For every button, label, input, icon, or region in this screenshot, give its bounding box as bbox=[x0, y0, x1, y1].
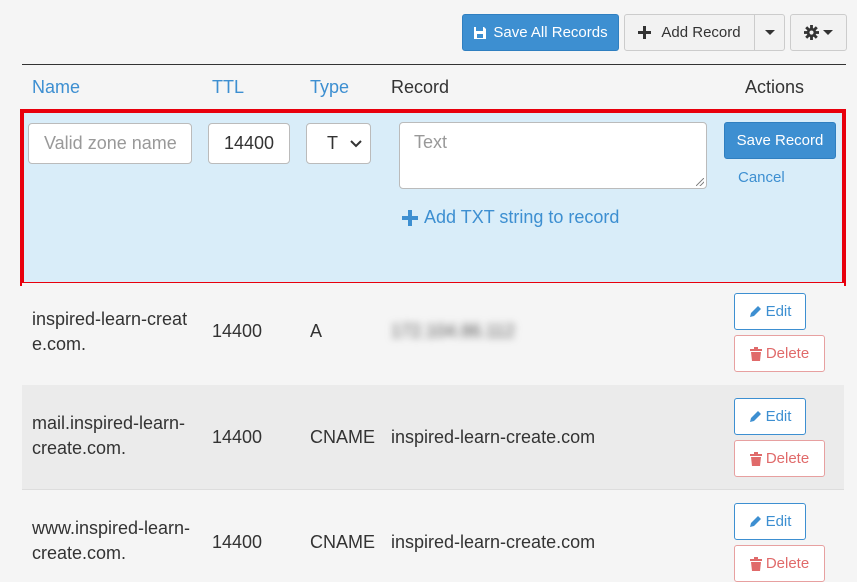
gear-icon bbox=[804, 25, 819, 40]
save-all-records-button[interactable]: Save All Records bbox=[462, 14, 619, 51]
record-ttl-cell: 14400 bbox=[212, 427, 263, 447]
record-type-value: T bbox=[327, 133, 338, 153]
edit-label: Edit bbox=[765, 408, 792, 425]
record-value-cell: inspired-learn-create.com bbox=[391, 427, 596, 447]
pencil-icon bbox=[749, 516, 761, 527]
table-row: inspired-learn-create.com. 14400 A 172.1… bbox=[22, 283, 844, 388]
record-ttl-cell: 14400 bbox=[212, 321, 263, 341]
record-name-cell: inspired-learn-create.com. bbox=[32, 309, 188, 354]
header-divider bbox=[22, 64, 846, 65]
plus-icon bbox=[402, 209, 418, 226]
cancel-link[interactable]: Cancel bbox=[738, 169, 785, 186]
edit-label: Edit bbox=[765, 513, 792, 530]
add-record-dropdown-toggle[interactable] bbox=[754, 14, 785, 51]
resize-grip-icon[interactable] bbox=[696, 178, 704, 186]
record-value-cell: 172.104.86.112 bbox=[391, 321, 515, 341]
pencil-icon bbox=[749, 306, 761, 317]
edit-button[interactable]: Edit bbox=[734, 503, 806, 540]
delete-button[interactable]: Delete bbox=[734, 440, 825, 477]
add-txt-string-label: Add TXT string to record bbox=[424, 207, 620, 227]
floppy-disk-icon bbox=[474, 26, 487, 39]
chevron-down-icon bbox=[350, 139, 362, 147]
record-name-cell: mail.inspired-learn-create.com. bbox=[32, 413, 186, 458]
record-type-cell: CNAME bbox=[310, 427, 376, 447]
table-row: mail.inspired-learn-create.com. 14400 CN… bbox=[22, 385, 844, 490]
add-record-label: Add Record bbox=[661, 24, 741, 41]
column-header-name[interactable]: Name bbox=[32, 77, 80, 98]
delete-label: Delete bbox=[765, 450, 810, 467]
record-value-cell: inspired-learn-create.com bbox=[391, 532, 596, 552]
delete-button[interactable]: Delete bbox=[734, 545, 825, 582]
add-txt-string-link[interactable]: Add TXT string to record bbox=[402, 207, 619, 228]
record-ttl-input[interactable]: 14400 bbox=[208, 123, 290, 164]
record-name-cell: www.inspired-learn-create.com. bbox=[32, 518, 191, 563]
save-all-records-label: Save All Records bbox=[493, 24, 608, 41]
record-type-cell: A bbox=[310, 321, 323, 341]
delete-label: Delete bbox=[765, 555, 810, 572]
column-header-record: Record bbox=[391, 77, 450, 97]
record-text-textarea[interactable]: Text bbox=[399, 122, 707, 189]
add-record-button[interactable]: Add Record bbox=[624, 14, 755, 51]
table-row: www.inspired-learn-create.com. 14400 CNA… bbox=[22, 490, 844, 582]
edit-button[interactable]: Edit bbox=[734, 293, 806, 330]
column-header-actions: Actions bbox=[745, 77, 805, 97]
record-text-placeholder: Text bbox=[414, 132, 448, 152]
record-type-select[interactable]: T bbox=[306, 123, 371, 164]
record-type-cell: CNAME bbox=[310, 532, 376, 552]
column-header-type[interactable]: Type bbox=[310, 77, 349, 98]
settings-dropdown-button[interactable] bbox=[790, 14, 847, 51]
column-header-ttl[interactable]: TTL bbox=[212, 77, 244, 98]
caret-down-icon bbox=[764, 30, 775, 35]
caret-down-icon bbox=[823, 30, 833, 35]
save-record-button[interactable]: Save Record bbox=[724, 122, 836, 159]
pencil-icon bbox=[749, 411, 761, 422]
plus-icon bbox=[638, 26, 652, 39]
trash-icon bbox=[749, 556, 762, 571]
edit-button[interactable]: Edit bbox=[734, 398, 806, 435]
record-name-input[interactable]: Valid zone name bbox=[28, 123, 192, 164]
trash-icon bbox=[749, 346, 762, 361]
delete-button[interactable]: Delete bbox=[734, 335, 825, 372]
trash-icon bbox=[749, 451, 762, 466]
delete-label: Delete bbox=[765, 345, 810, 362]
record-ttl-cell: 14400 bbox=[212, 532, 263, 552]
edit-label: Edit bbox=[765, 303, 792, 320]
